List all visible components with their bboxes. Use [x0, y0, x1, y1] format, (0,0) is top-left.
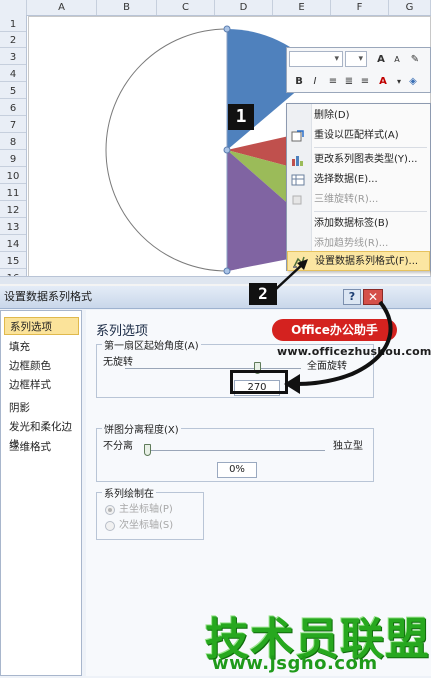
column-headers: A B C D E F G [0, 0, 431, 16]
explosion-value-input[interactable]: 0% [217, 462, 257, 478]
column-header-e[interactable]: E [273, 0, 331, 15]
menu-item-3d-rotation[interactable]: 三维旋转(R)... [287, 190, 430, 210]
explosion-group: 饼图分离程度(X) 不分离 独立型 0% [96, 421, 374, 482]
font-size-combo[interactable]: ▾ [345, 51, 367, 67]
angle-label: 第一扇区起始角度(A) [102, 337, 201, 352]
grow-font-button[interactable]: A [373, 51, 389, 67]
row-header[interactable]: 3 [0, 51, 26, 65]
row-header[interactable]: 13 [0, 221, 26, 235]
align-right-icon[interactable]: ≡ [357, 73, 373, 89]
selection-handle[interactable] [223, 146, 231, 154]
selection-handle[interactable] [223, 267, 231, 275]
dialog-title: 设置数据系列格式 [4, 290, 92, 303]
font-color-icon[interactable]: A [375, 73, 391, 89]
menu-item-label: 添加数据标签(B) [314, 218, 389, 229]
menu-separator [314, 147, 427, 148]
angle-highlight-box [230, 370, 288, 394]
mini-toolbar: ▾ ▾ A A ✎ B I ≡ ≣ ≡ A ▾ ◈ [286, 47, 431, 93]
explosion-label: 饼图分离程度(X) [102, 421, 181, 436]
sheet-scroll-edge [0, 276, 431, 284]
menu-item-label: 删除(D) [314, 110, 350, 121]
secondary-axis-radio[interactable] [105, 521, 115, 531]
menu-separator [314, 211, 427, 212]
pie-outline-left [105, 28, 228, 272]
angle-slider-track[interactable] [125, 368, 301, 369]
explosion-max-label: 独立型 [333, 441, 363, 452]
nav-item-border-color[interactable]: 边框颜色 [4, 357, 79, 375]
context-menu: 删除(D) 重设以匹配样式(A) 更改系列图表类型(Y)... 选择数据(E).… [286, 103, 431, 271]
select-data-icon [291, 174, 305, 186]
menu-item-label: 重设以匹配样式(A) [314, 130, 399, 141]
mini-toolbar-row-1: ▾ ▾ A A ✎ [287, 48, 431, 70]
nav-item-glow-soft-edges[interactable]: 发光和柔化边缘 [4, 418, 79, 451]
row-header[interactable]: 9 [0, 153, 26, 167]
row-header[interactable]: 4 [0, 68, 26, 82]
column-header-g[interactable]: G [389, 0, 431, 15]
row-header[interactable]: 15 [0, 255, 26, 269]
row-header[interactable]: 11 [0, 187, 26, 201]
align-left-icon[interactable]: ≣ [341, 73, 357, 89]
menu-item-select-data[interactable]: 选择数据(E)... [287, 170, 430, 190]
plot-series-on-group: 系列绘制在 主坐标轴(P) 次坐标轴(S) [96, 485, 204, 540]
dialog-nav: 系列选项 填充 边框颜色 边框样式 阴影 发光和柔化边缘 三维格式 [0, 310, 82, 676]
menu-item-label: 选择数据(E)... [314, 174, 378, 185]
row-header[interactable]: 6 [0, 102, 26, 116]
primary-axis-label: 主坐标轴(P) [119, 504, 173, 515]
3d-rotate-icon [292, 195, 302, 205]
row-header[interactable]: 12 [0, 204, 26, 218]
step-1-badge: 1 [228, 104, 254, 130]
row-header[interactable]: 10 [0, 170, 26, 184]
row-header[interactable]: 2 [0, 34, 26, 48]
row-headers: 1 2 3 4 5 6 7 8 9 10 11 12 13 14 15 16 [0, 15, 27, 284]
menu-item-change-chart-type[interactable]: 更改系列图表类型(Y)... [287, 150, 430, 170]
watermark-url: www.jsgho.com [212, 653, 378, 674]
worksheet: A B C D E F G 1 2 3 4 5 6 7 8 9 10 11 12… [0, 0, 431, 284]
italic-button[interactable]: I [307, 73, 323, 89]
explosion-slider-track[interactable] [147, 450, 325, 451]
select-all-corner[interactable] [0, 0, 27, 15]
nav-item-fill[interactable]: 填充 [4, 338, 79, 356]
angle-min-label: 无旋转 [103, 357, 133, 368]
nav-item-shadow[interactable]: 阴影 [4, 399, 79, 417]
shrink-font-button[interactable]: A [389, 51, 405, 67]
bold-button[interactable]: B [291, 73, 307, 89]
secondary-axis-label: 次坐标轴(S) [119, 520, 174, 531]
row-header[interactable]: 14 [0, 238, 26, 252]
primary-axis-radio[interactable] [105, 505, 115, 515]
chart-type-icon [292, 156, 303, 166]
row-header[interactable]: 7 [0, 119, 26, 133]
nav-item-3d-format[interactable]: 三维格式 [4, 438, 79, 456]
column-header-f[interactable]: F [331, 0, 389, 15]
menu-item-delete[interactable]: 删除(D) [287, 106, 430, 126]
step-2-arrow-icon [275, 259, 308, 290]
row-header[interactable]: 8 [0, 136, 26, 150]
nav-item-series-options[interactable]: 系列选项 [4, 317, 79, 335]
align-center-icon[interactable]: ≡ [325, 73, 341, 89]
reset-style-icon [291, 130, 304, 142]
menu-item-reset-style[interactable]: 重设以匹配样式(A) [287, 126, 430, 146]
menu-item-add-data-labels[interactable]: 添加数据标签(B) [287, 214, 430, 234]
menu-item-label: 更改系列图表类型(Y)... [314, 154, 418, 165]
mini-toolbar-row-2: B I ≡ ≣ ≡ A ▾ ◈ [287, 70, 431, 92]
explosion-min-label: 不分离 [103, 441, 133, 452]
menu-item-label: 三维旋转(R)... [314, 194, 379, 205]
column-header-d[interactable]: D [215, 0, 273, 15]
menu-item-label: 设置数据系列格式(F)... [315, 256, 419, 267]
column-header-c[interactable]: C [157, 0, 215, 15]
plot-series-on-label: 系列绘制在 [102, 485, 156, 500]
fill-color-icon[interactable]: ◈ [405, 73, 421, 89]
column-header-a[interactable]: A [27, 0, 97, 15]
explosion-slider-thumb[interactable] [144, 444, 151, 456]
row-header[interactable]: 5 [0, 85, 26, 99]
selection-handle[interactable] [223, 25, 231, 33]
row-header[interactable]: 1 [0, 18, 26, 32]
column-header-b[interactable]: B [97, 0, 157, 15]
curved-arrow-icon [284, 300, 393, 394]
nav-item-border-style[interactable]: 边框样式 [4, 376, 79, 394]
format-painter-icon[interactable]: ✎ [407, 51, 423, 67]
font-name-combo[interactable]: ▾ [289, 51, 343, 67]
